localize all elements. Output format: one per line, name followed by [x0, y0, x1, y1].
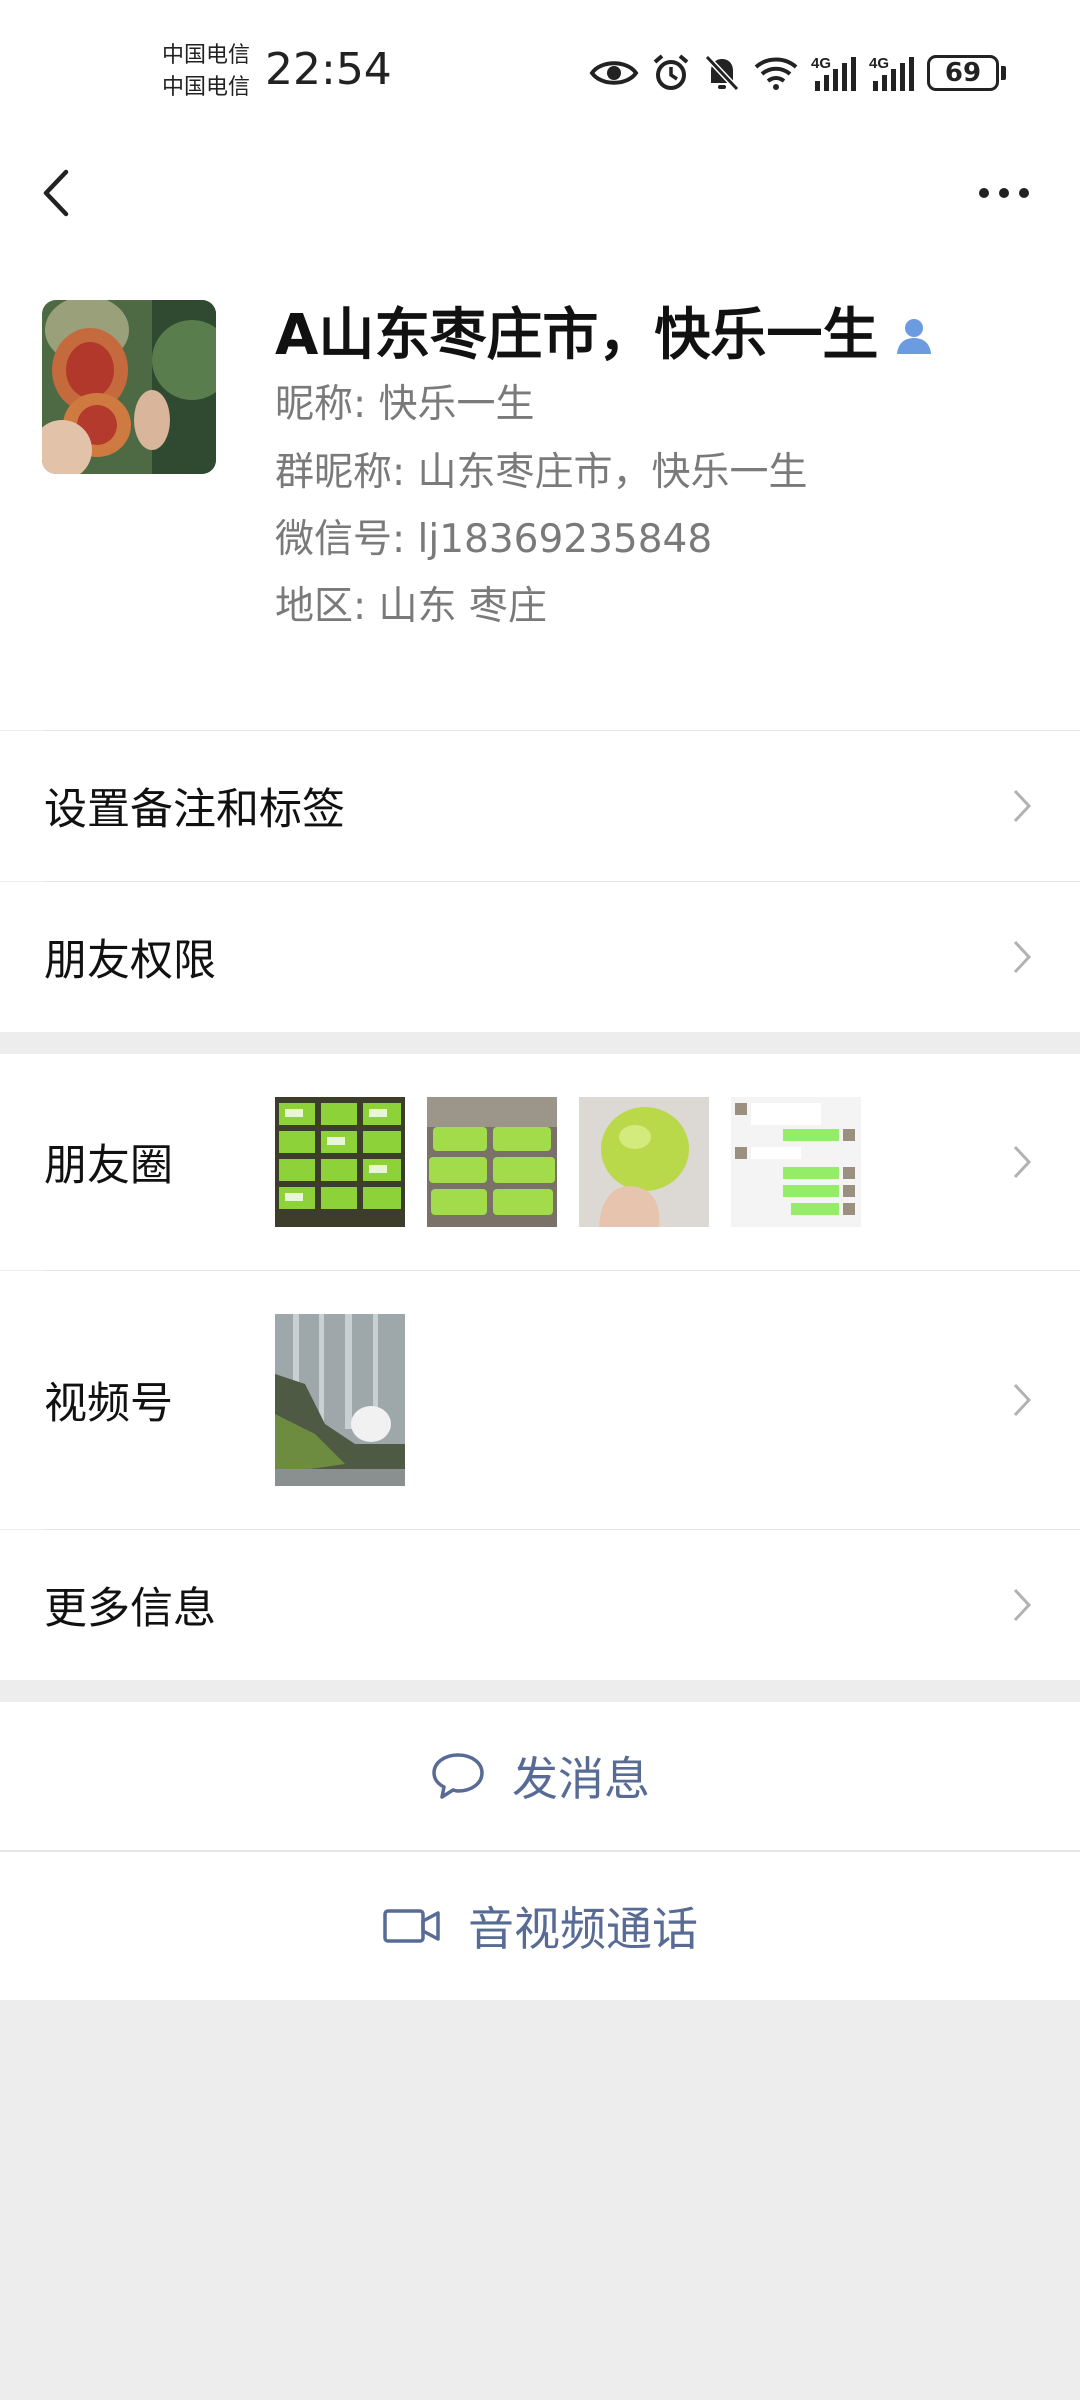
avatar[interactable]: [42, 300, 216, 474]
chevron-right-icon: [1013, 1145, 1032, 1179]
friend-permissions-row[interactable]: 朋友权限: [0, 882, 1080, 1032]
friend-permissions-label: 朋友权限: [44, 936, 216, 986]
video-call-label: 音视频通话: [468, 1902, 698, 1956]
more-info-row[interactable]: 更多信息: [0, 1530, 1080, 1680]
person-icon: [897, 319, 932, 354]
channels-thumbnails: [275, 1314, 405, 1486]
chevron-right-icon: [1013, 1383, 1032, 1417]
status-icons: 4G 4G 69: [589, 48, 1006, 98]
video-camera-icon: [383, 1909, 440, 1943]
moments-thumbnail-4: [731, 1097, 861, 1227]
profile-name-row: A山东枣庄市，快乐一生: [275, 296, 934, 376]
chevron-right-icon: [1013, 789, 1032, 823]
battery-indicator: 69: [927, 55, 1006, 91]
profile-header: A山东枣庄市，快乐一生 昵称: 快乐一生 群昵称: 山东枣庄市，快乐一生 微信号…: [0, 240, 1080, 730]
moments-row[interactable]: 朋友圈: [0, 1054, 1080, 1270]
status-bar: 中国电信 中国电信 22:54 4G 4G 69: [0, 0, 1080, 140]
signal-4g-icon-2: 4G: [869, 55, 914, 91]
display-name: A山东枣庄市，快乐一生: [275, 303, 879, 368]
channels-label: 视频号: [44, 1379, 173, 1429]
alarm-icon: [653, 54, 689, 90]
section-gap: [0, 1032, 1080, 1054]
avatar-photo: [42, 300, 216, 474]
signal-4g-label-1: 4G: [811, 55, 831, 72]
battery-level: 69: [927, 55, 999, 91]
moments-thumbnails: [275, 1097, 861, 1227]
video-call-button[interactable]: 音视频通话: [0, 1852, 1080, 2000]
group-nickname-text: 群昵称: 山东枣庄市，快乐一生: [275, 450, 808, 495]
carrier-labels: 中国电信 中国电信: [162, 40, 250, 104]
mute-bell-icon: [704, 54, 740, 92]
back-chevron-icon[interactable]: [38, 168, 78, 218]
moments-label: 朋友圈: [44, 1141, 173, 1191]
signal-4g-icon: 4G: [811, 55, 856, 91]
channels-row[interactable]: 视频号: [0, 1271, 1080, 1529]
more-info-label: 更多信息: [44, 1584, 216, 1634]
eye-icon: [589, 61, 639, 85]
chevron-right-icon: [1013, 940, 1032, 974]
carrier-2: 中国电信: [162, 75, 251, 100]
nav-bar: [0, 140, 1080, 240]
channels-thumbnail: [275, 1314, 405, 1486]
more-options-icon[interactable]: [974, 178, 1034, 208]
signal-4g-label-2: 4G: [869, 55, 889, 72]
wechat-id-text: 微信号: lj18369235848: [275, 517, 713, 562]
chat-bubble-icon: [432, 1753, 484, 1799]
section-gap: [0, 1680, 1080, 1702]
carrier-1: 中国电信: [162, 43, 251, 68]
nickname-text: 昵称: 快乐一生: [275, 382, 535, 427]
battery-cap: [1001, 66, 1006, 80]
set-remark-label: 设置备注和标签: [44, 785, 345, 835]
send-message-button[interactable]: 发消息: [0, 1702, 1080, 1850]
moments-thumbnail-3: [579, 1097, 709, 1227]
moments-thumbnail-1: [275, 1097, 405, 1227]
set-remark-row[interactable]: 设置备注和标签: [0, 731, 1080, 881]
send-message-label: 发消息: [512, 1752, 650, 1806]
chevron-right-icon: [1013, 1588, 1032, 1622]
clock: 22:54: [265, 44, 392, 95]
region-text: 地区: 山东 枣庄: [275, 584, 547, 629]
wifi-icon: [754, 57, 798, 90]
moments-thumbnail-2: [427, 1097, 557, 1227]
